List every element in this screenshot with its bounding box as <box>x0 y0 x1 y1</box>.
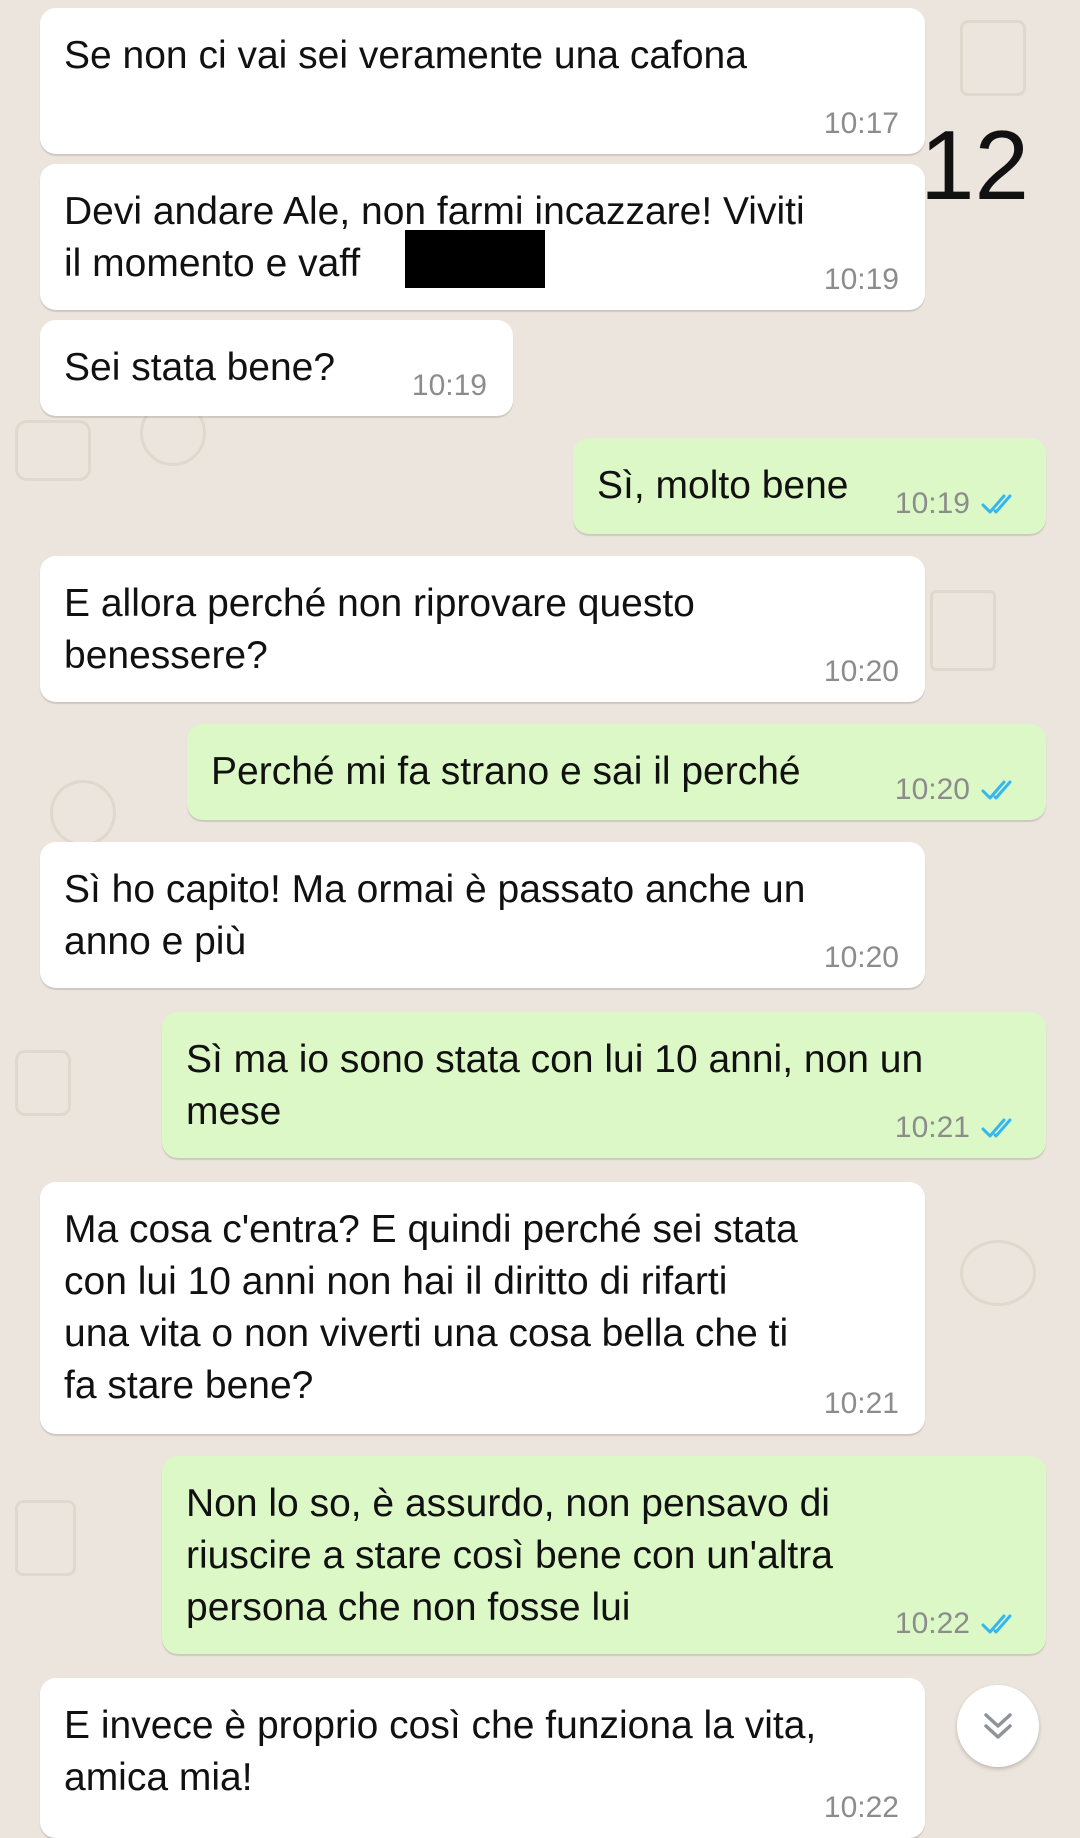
double-check-icon <box>981 1118 1012 1138</box>
message-time: 10:22 <box>894 1607 970 1640</box>
message-time: 10:20 <box>894 773 970 806</box>
scroll-down-button[interactable] <box>957 1685 1039 1767</box>
message-bubble-incoming[interactable]: Ma cosa c'entra? E quindi perché sei sta… <box>40 1182 925 1434</box>
message-bubble-incoming[interactable]: E invece è proprio così che funziona la … <box>40 1678 925 1838</box>
message-meta: 10:20 <box>895 774 1020 806</box>
message-bubble-outgoing[interactable]: Sì ma io sono stata con lui 10 anni, non… <box>162 1012 1046 1158</box>
message-meta: 10:20 <box>824 656 899 688</box>
message-time: 10:21 <box>894 1111 970 1144</box>
double-check-icon <box>981 1614 1012 1634</box>
message-meta: 10:21 <box>895 1112 1020 1144</box>
message-meta: 10:19 <box>412 370 487 402</box>
message-time: 10:17 <box>823 107 899 140</box>
message-time: 10:19 <box>411 369 487 402</box>
message-time: 10:19 <box>894 487 970 520</box>
message-meta: 10:21 <box>824 1388 899 1420</box>
message-bubble-incoming[interactable]: Se non ci vai sei veramente una cafona 10… <box>40 8 925 154</box>
chevron-double-down-icon <box>984 1713 1012 1739</box>
message-meta: 10:17 <box>824 108 899 140</box>
message-bubble-incoming[interactable]: Sei stata bene? 10:19 <box>40 320 513 416</box>
message-meta: 10:19 <box>824 264 899 296</box>
message-text: E invece è proprio così che funziona la … <box>64 1704 817 1799</box>
message-text: Ma cosa c'entra? E quindi perché sei sta… <box>64 1208 798 1407</box>
message-bubble-incoming[interactable]: Sì ho capito! Ma ormai è passato anche u… <box>40 842 925 988</box>
message-time: 10:20 <box>823 655 899 688</box>
redaction-box <box>405 230 545 288</box>
message-text: Se non ci vai sei veramente una cafona <box>64 34 747 77</box>
double-check-icon <box>981 780 1012 800</box>
message-time: 10:19 <box>823 263 899 296</box>
page-number: 12 <box>920 110 1030 220</box>
message-text: Sì ho capito! Ma ormai è passato anche u… <box>64 868 806 963</box>
message-text: E allora perché non riprovare questo ben… <box>64 582 695 677</box>
message-meta: 10:22 <box>895 1608 1020 1640</box>
double-check-icon <box>981 494 1012 514</box>
message-meta: 10:19 <box>895 488 1020 520</box>
message-time: 10:21 <box>823 1387 899 1420</box>
message-bubble-outgoing[interactable]: Perché mi fa strano e sai il perché 10:20 <box>187 724 1046 820</box>
message-bubble-incoming[interactable]: E allora perché non riprovare questo ben… <box>40 556 925 702</box>
message-time: 10:20 <box>823 941 899 974</box>
message-bubble-outgoing[interactable]: Non lo so, è assurdo, non pensavo di riu… <box>162 1456 1046 1654</box>
message-meta: 10:22 <box>824 1792 899 1824</box>
message-bubble-outgoing[interactable]: Sì, molto bene 10:19 <box>573 438 1046 534</box>
message-time: 10:22 <box>823 1791 899 1824</box>
message-meta: 10:20 <box>824 942 899 974</box>
